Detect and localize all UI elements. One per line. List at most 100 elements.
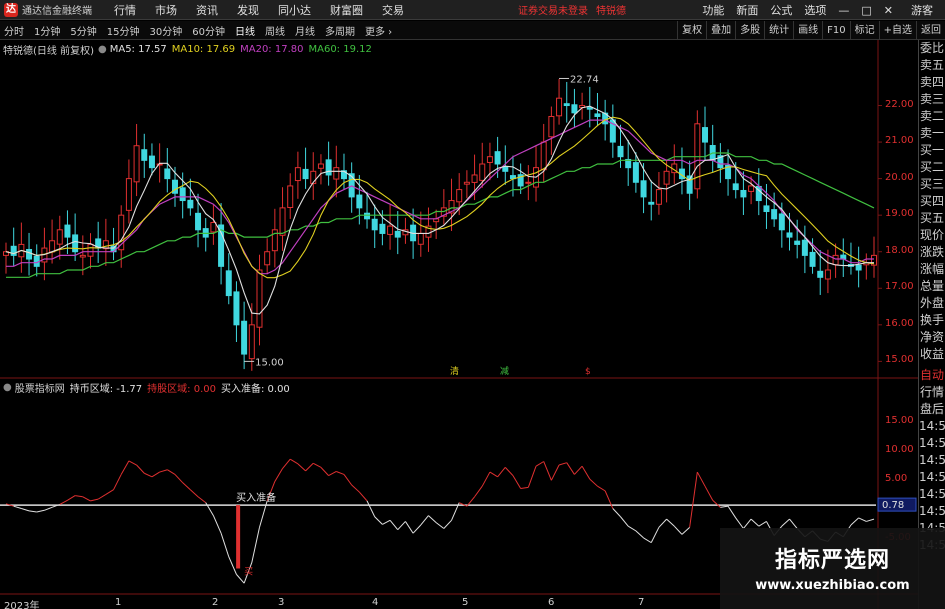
tab-intraday[interactable]: 分时 <box>4 23 24 38</box>
candle-body <box>763 205 770 213</box>
candle-body <box>187 199 194 209</box>
side-panel-item[interactable]: 自动 <box>919 367 945 384</box>
side-panel-item[interactable]: 总量 <box>919 278 945 295</box>
side-panel-item[interactable]: 涨幅 <box>919 261 945 278</box>
side-panel-item[interactable]: 14:50 <box>919 418 945 435</box>
indicator-segment <box>297 463 306 472</box>
side-panel-item[interactable]: 卖三 <box>919 91 945 108</box>
side-panel-item[interactable]: 收益 <box>919 346 945 363</box>
tool-adjust-button[interactable]: 复权 <box>677 21 706 40</box>
login-warning[interactable]: 证券交易未登录 <box>518 2 588 17</box>
side-panel-item[interactable]: 14:50 <box>919 503 945 520</box>
price-tick-label: 15.00 <box>885 354 914 366</box>
indicator-segment <box>190 489 199 498</box>
side-panel-item[interactable]: 卖四 <box>919 74 945 91</box>
indicator-segment <box>443 519 452 529</box>
candle-body <box>72 234 79 253</box>
indicator-segment <box>758 521 767 527</box>
side-panel-item[interactable]: 买二 <box>919 159 945 176</box>
menu-functions[interactable]: 功能 <box>702 2 724 18</box>
side-panel-item[interactable]: 买四 <box>919 193 945 210</box>
side-panel-item[interactable]: 卖一 <box>919 125 945 142</box>
tool-mark-button[interactable]: 标记 <box>849 21 879 40</box>
candle-body <box>225 270 232 297</box>
tab-30min[interactable]: 30分钟 <box>149 23 182 38</box>
side-panel-item[interactable]: 外盘 <box>919 295 945 312</box>
tab-daily[interactable]: 日线 <box>235 23 255 38</box>
side-panel-item[interactable]: 14:50 <box>919 469 945 486</box>
price-tick-label: 22.00 <box>885 98 914 110</box>
tool-draw-button[interactable]: 画线 <box>793 21 822 40</box>
side-panel-item[interactable]: 行情 <box>919 384 945 401</box>
tab-multi-period[interactable]: 多周期 <box>325 23 355 38</box>
indicator-segment <box>650 527 660 543</box>
side-panel-item[interactable]: 涨跌 <box>919 244 945 261</box>
indicator-segment <box>159 469 168 473</box>
menu-market[interactable]: 市场 <box>155 2 177 18</box>
side-panel-item[interactable]: 卖二 <box>919 108 945 125</box>
tab-15min[interactable]: 15分钟 <box>107 23 140 38</box>
tool-add-watchlist-button[interactable]: +自选 <box>878 21 916 40</box>
maximize-icon[interactable]: □ <box>861 4 871 17</box>
candle-body <box>195 212 202 231</box>
buy-signal-bar <box>236 505 241 569</box>
tool-back-button[interactable]: 返回 <box>916 21 945 40</box>
guest-user[interactable]: 游客 <box>911 2 933 18</box>
candle-body <box>64 224 71 238</box>
menu-options[interactable]: 选项 <box>804 2 826 18</box>
indicator-segment <box>105 489 114 495</box>
tab-more[interactable]: 更多 › <box>365 23 392 38</box>
tab-1min[interactable]: 1分钟 <box>34 23 60 38</box>
side-panel-item[interactable]: 14:50 <box>919 486 945 503</box>
candle-body <box>379 223 386 234</box>
side-panel-item[interactable]: 买一 <box>919 142 945 159</box>
tool-multi-stock-button[interactable]: 多股 <box>735 21 764 40</box>
candle-body <box>125 178 132 211</box>
menu-formula[interactable]: 公式 <box>770 2 792 18</box>
tab-weekly[interactable]: 周线 <box>265 23 285 38</box>
menu-discover[interactable]: 发现 <box>237 2 259 18</box>
candle-body <box>563 103 570 107</box>
indicator-segment <box>420 515 429 526</box>
tool-overlay-button[interactable]: 叠加 <box>706 21 735 40</box>
tool-f10-button[interactable]: F10 <box>822 21 849 40</box>
chart-tools: 复权 叠加 多股 统计 画线 F10 标记 +自选 返回 <box>677 21 945 40</box>
menu-news[interactable]: 资讯 <box>196 2 218 18</box>
indicator-segment <box>289 458 299 465</box>
indicator-segment <box>581 465 591 480</box>
side-panel-item[interactable]: 买五 <box>919 210 945 227</box>
candle-body <box>794 240 801 245</box>
candle-body <box>594 113 601 117</box>
side-panel-item[interactable]: 换手 <box>919 312 945 329</box>
close-icon[interactable]: ✕ <box>884 4 893 17</box>
menu-ask[interactable]: 同小达 <box>278 2 311 18</box>
side-panel-item[interactable]: 净资 <box>919 329 945 346</box>
buy-prep-annotation: 买入准备 <box>236 491 276 504</box>
tool-stats-button[interactable]: 统计 <box>764 21 793 40</box>
tab-5min[interactable]: 5分钟 <box>70 23 96 38</box>
side-panel-item[interactable]: 14:50 <box>919 435 945 452</box>
kline-chart[interactable]: 买入准备买0.78 22.7415.00清减 $ <box>0 40 945 609</box>
indicator-segment <box>597 485 606 492</box>
side-panel-item[interactable]: 14:50 <box>919 452 945 469</box>
minimize-icon[interactable]: — <box>838 4 849 17</box>
side-panel-item[interactable]: 现价 <box>919 227 945 244</box>
menu-wealth-circle[interactable]: 财富圈 <box>330 2 363 18</box>
menu-trade[interactable]: 交易 <box>382 2 404 18</box>
tab-monthly[interactable]: 月线 <box>295 23 315 38</box>
tab-60min[interactable]: 60分钟 <box>192 23 225 38</box>
side-panel-item[interactable]: 盘后 <box>919 401 945 418</box>
indicator-segment <box>366 500 376 517</box>
side-panel-item[interactable]: 买三 <box>919 176 945 193</box>
settings-dot-icon[interactable]: ● <box>98 44 107 55</box>
menu-new-page[interactable]: 新面 <box>736 2 758 18</box>
side-panel-item[interactable]: 卖五 <box>919 57 945 74</box>
settings-dot-icon[interactable]: ● <box>3 382 12 393</box>
indicator-segment <box>82 496 91 502</box>
high-price-label: 22.74 <box>570 74 599 85</box>
side-panel-item[interactable]: 委比 <box>919 40 945 57</box>
menu-market-quotes[interactable]: 行情 <box>114 2 136 18</box>
candle-body <box>417 232 424 245</box>
indicator-segment <box>604 490 614 509</box>
indicator-segment <box>44 506 53 511</box>
